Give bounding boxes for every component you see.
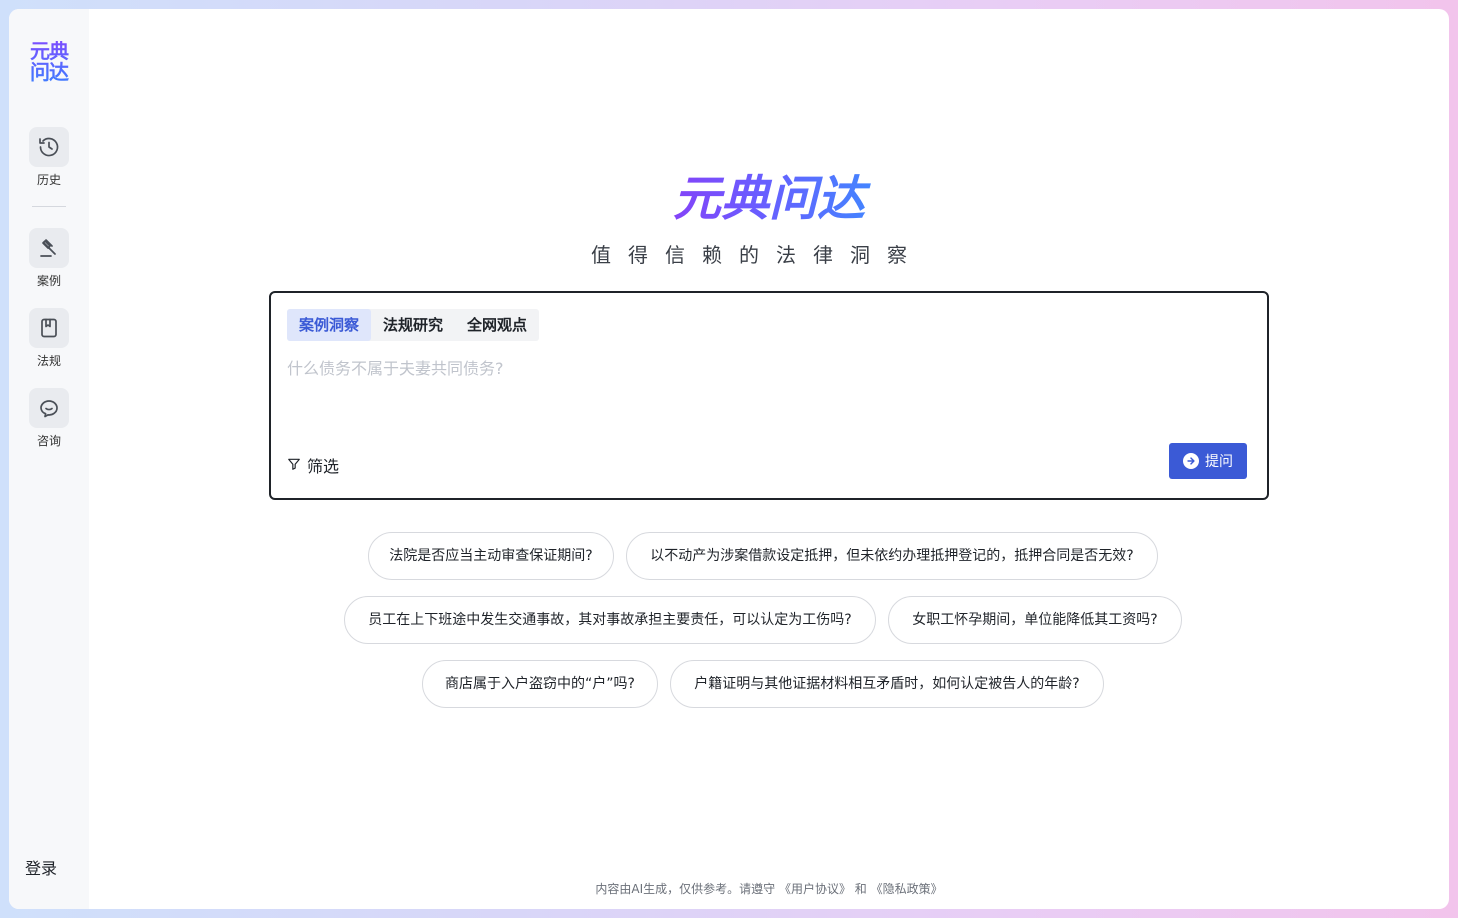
- suggestion-chip[interactable]: 女职工怀孕期间，单位能降低其工资吗?: [888, 596, 1182, 644]
- sidebar-item-label: 法规: [36, 354, 61, 368]
- sidebar-logo[interactable]: 元典问达: [24, 41, 74, 83]
- footer-and: 和: [854, 882, 867, 896]
- sidebar-item-laws[interactable]: 法规: [9, 308, 89, 369]
- brand-logo: 元典问达: [649, 171, 889, 227]
- search-panel: 案例洞察 法规研究 全网观点 筛选 提问: [269, 291, 1269, 500]
- arrow-right-icon: [1183, 453, 1199, 469]
- sidebar-item-history[interactable]: 历史: [9, 127, 89, 188]
- app-window: 元典问达 历史 案例 法规 咨询 登录 元典问达 值得信赖的法律洞察 案例洞察 …: [9, 9, 1449, 909]
- suggestion-chip[interactable]: 户籍证明与其他证据材料相互矛盾时，如何认定被告人的年龄?: [670, 660, 1104, 708]
- filter-button[interactable]: 筛选: [287, 453, 339, 477]
- ask-button[interactable]: 提问: [1169, 443, 1247, 479]
- question-input[interactable]: [287, 353, 1247, 383]
- sidebar-divider: [32, 206, 66, 207]
- sidebar-item-label: 历史: [36, 173, 61, 187]
- footer-disclaimer: 内容由AI生成，仅供参考。请遵守 《用户协议》 和 《隐私政策》: [9, 880, 1449, 897]
- tab-case-insight[interactable]: 案例洞察: [287, 309, 372, 341]
- sidebar: 元典问达 历史 案例 法规 咨询 登录: [9, 9, 89, 909]
- ask-button-label: 提问: [1205, 453, 1233, 469]
- chat-icon: [29, 388, 69, 428]
- sidebar-item-label: 案例: [36, 274, 61, 288]
- disclaimer-text: 内容由AI生成，仅供参考。请遵守: [595, 882, 776, 896]
- filter-icon: [287, 456, 301, 475]
- gavel-icon: [29, 228, 69, 268]
- login-button[interactable]: 登录: [25, 855, 57, 879]
- user-agreement-link[interactable]: 《用户协议》: [779, 882, 851, 896]
- history-icon: [29, 127, 69, 167]
- suggestion-chip[interactable]: 员工在上下班途中发生交通事故，其对事故承担主要责任，可以认定为工伤吗?: [344, 596, 876, 644]
- book-icon: [29, 308, 69, 348]
- privacy-policy-link[interactable]: 《隐私政策》: [871, 882, 943, 896]
- brand-tagline: 值得信赖的法律洞察: [591, 243, 924, 267]
- sidebar-item-label: 咨询: [36, 434, 61, 448]
- suggestion-chip[interactable]: 法院是否应当主动审查保证期间?: [368, 532, 614, 580]
- filter-label: 筛选: [307, 457, 340, 476]
- sidebar-item-consult[interactable]: 咨询: [9, 388, 89, 449]
- suggestion-chip[interactable]: 以不动产为涉案借款设定抵押，但未依约办理抵押登记的，抵押合同是否无效?: [626, 532, 1158, 580]
- search-mode-tabs: 案例洞察 法规研究 全网观点: [287, 309, 540, 341]
- suggestion-chip[interactable]: 商店属于入户盗窃中的“户”吗?: [422, 660, 658, 708]
- tab-law-research[interactable]: 法规研究: [371, 309, 455, 341]
- tab-web-opinions[interactable]: 全网观点: [455, 309, 539, 341]
- sidebar-item-cases[interactable]: 案例: [9, 228, 89, 289]
